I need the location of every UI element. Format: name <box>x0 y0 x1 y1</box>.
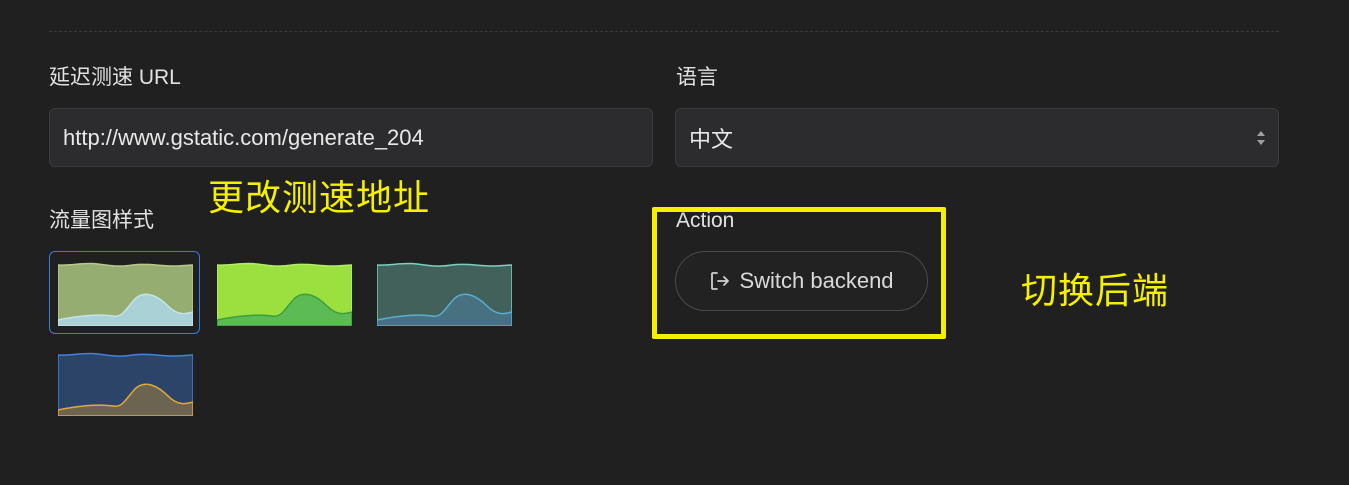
annotation-change-test-url: 更改测速地址 <box>208 177 431 218</box>
latency-url-field[interactable] <box>49 108 653 167</box>
chart-style-preview <box>217 262 352 326</box>
chart-style-option-4[interactable] <box>49 341 200 424</box>
language-label: 语言 <box>676 66 718 89</box>
latency-url-input[interactable] <box>63 124 639 151</box>
language-select[interactable]: 中文 <box>675 108 1279 167</box>
traffic-chart-style-label: 流量图样式 <box>49 209 154 232</box>
chart-style-option-2[interactable] <box>208 251 359 334</box>
chart-style-option-3[interactable] <box>368 251 519 334</box>
section-divider <box>49 31 1279 32</box>
chart-style-preview <box>58 352 193 416</box>
language-selected-value: 中文 <box>689 126 734 152</box>
chart-style-preview <box>377 262 512 326</box>
latency-url-label: 延迟测速 URL <box>49 66 181 89</box>
chart-style-option-1[interactable] <box>49 251 200 334</box>
annotation-highlight-box <box>652 207 946 339</box>
settings-panel: 延迟测速 URL 语言 中文 流量图样式 <box>0 0 1349 485</box>
annotation-switch-backend: 切换后端 <box>1021 270 1170 311</box>
chart-style-preview <box>58 262 193 326</box>
select-arrows-icon <box>1257 131 1265 145</box>
